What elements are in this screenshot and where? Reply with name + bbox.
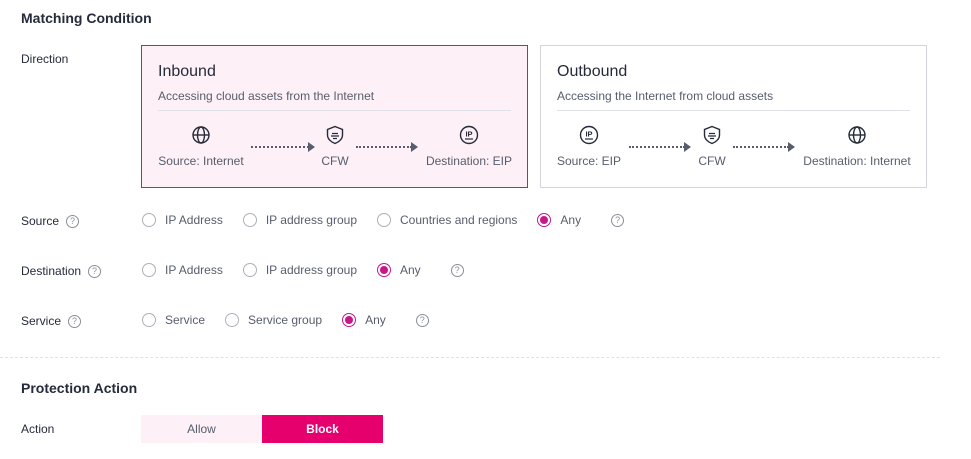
radio-circle[interactable]	[225, 313, 240, 327]
inbound-title: Inbound	[158, 63, 216, 80]
eip-icon: IP	[579, 125, 599, 145]
radio-label: Service group	[248, 313, 323, 327]
action-toggle: Allow Block	[141, 415, 383, 443]
inbound-card[interactable]: Inbound Accessing cloud assets from the …	[141, 45, 528, 188]
destination-radio-group: IP Address IP address group Any ?	[142, 263, 464, 277]
radio-label: Any	[560, 213, 582, 227]
radio-circle[interactable]	[377, 263, 391, 277]
help-icon[interactable]: ?	[66, 214, 80, 228]
service-label-text: Service	[21, 314, 62, 328]
outbound-source-node: IP Source: EIP	[557, 125, 621, 168]
radio-circle[interactable]	[342, 313, 357, 327]
protection-action-title: Protection Action	[21, 380, 138, 396]
outbound-divider	[557, 110, 910, 111]
action-label: Action	[21, 422, 54, 436]
service-label: Service ?	[21, 314, 82, 328]
outbound-arrow-1	[629, 142, 691, 152]
outbound-arrow-2	[733, 142, 795, 152]
outbound-destination-node: Destination: Internet	[801, 125, 913, 168]
globe-icon	[192, 126, 210, 144]
service-option-any[interactable]: Any	[342, 313, 386, 327]
outbound-destination-label: Destination: Internet	[803, 154, 911, 168]
destination-option-ip-address-group[interactable]: IP address group	[242, 263, 357, 277]
firewall-shield-icon	[703, 125, 721, 145]
inbound-source-node: Source: Internet	[158, 125, 244, 168]
block-button[interactable]: Block	[262, 415, 383, 443]
inbound-destination-label: Destination: EIP	[425, 154, 513, 168]
destination-label: Destination ?	[21, 264, 102, 278]
service-radio-group: Service Service group Any ?	[142, 313, 429, 327]
radio-label: IP Address	[165, 213, 223, 227]
inbound-source-label: Source: Internet	[158, 154, 244, 168]
radio-circle[interactable]	[142, 263, 156, 277]
help-icon[interactable]: ?	[68, 314, 82, 328]
radio-circle[interactable]	[142, 313, 156, 327]
section-divider	[0, 357, 940, 358]
outbound-description: Accessing the Internet from cloud assets	[557, 89, 774, 103]
radio-label: IP address group	[265, 263, 357, 277]
firewall-shield-icon	[326, 125, 344, 145]
destination-option-any[interactable]: Any	[377, 263, 421, 277]
outbound-cfw-label: CFW	[698, 154, 726, 168]
inbound-cfw-label: CFW	[321, 154, 349, 168]
eip-icon-text: IP	[465, 130, 472, 139]
radio-label: IP address group	[265, 213, 357, 227]
radio-circle[interactable]	[242, 263, 257, 277]
radio-label: IP Address	[165, 263, 223, 277]
help-icon[interactable]: ?	[450, 263, 464, 277]
radio-label: Any	[400, 263, 421, 277]
radio-label: Service	[165, 313, 206, 327]
source-option-ip-address-group[interactable]: IP address group	[242, 213, 357, 227]
help-icon[interactable]: ?	[611, 213, 625, 227]
source-option-any[interactable]: Any	[537, 213, 581, 227]
radio-label: Any	[365, 313, 386, 327]
inbound-divider	[158, 110, 511, 111]
outbound-card[interactable]: Outbound Accessing the Internet from clo…	[540, 45, 927, 188]
service-option-service[interactable]: Service	[142, 313, 205, 327]
radio-circle[interactable]	[377, 213, 391, 227]
source-option-countries-regions[interactable]: Countries and regions	[377, 213, 517, 227]
radio-label: Countries and regions	[400, 213, 518, 227]
inbound-arrow-1	[251, 142, 315, 152]
matching-condition-title: Matching Condition	[21, 10, 152, 26]
inbound-description: Accessing cloud assets from the Internet	[158, 89, 375, 103]
source-option-ip-address[interactable]: IP Address	[142, 213, 223, 227]
destination-label-text: Destination	[21, 264, 82, 278]
radio-circle[interactable]	[142, 213, 156, 227]
allow-button[interactable]: Allow	[141, 415, 262, 443]
direction-label: Direction	[21, 52, 68, 66]
radio-circle[interactable]	[242, 213, 257, 227]
outbound-title: Outbound	[557, 63, 628, 80]
source-radio-group: IP Address IP address group Countries an…	[142, 213, 625, 227]
action-label-text: Action	[21, 422, 55, 436]
radio-circle[interactable]	[537, 213, 552, 227]
inbound-arrow-2	[356, 142, 418, 152]
inbound-cfw-node: CFW	[315, 125, 355, 168]
direction-label-text: Direction	[21, 52, 69, 66]
inbound-destination-node: IP Destination: EIP	[424, 125, 514, 168]
service-option-service-group[interactable]: Service group	[225, 313, 322, 327]
globe-icon	[848, 126, 866, 144]
destination-option-ip-address[interactable]: IP Address	[142, 263, 223, 277]
eip-icon-text: IP	[585, 130, 592, 139]
outbound-cfw-node: CFW	[692, 125, 732, 168]
outbound-source-label: Source: EIP	[556, 154, 622, 168]
help-icon[interactable]: ?	[88, 264, 102, 278]
eip-icon: IP	[459, 125, 479, 145]
source-label: Source ?	[21, 214, 80, 228]
help-icon[interactable]: ?	[415, 313, 429, 327]
source-label-text: Source	[21, 214, 60, 228]
